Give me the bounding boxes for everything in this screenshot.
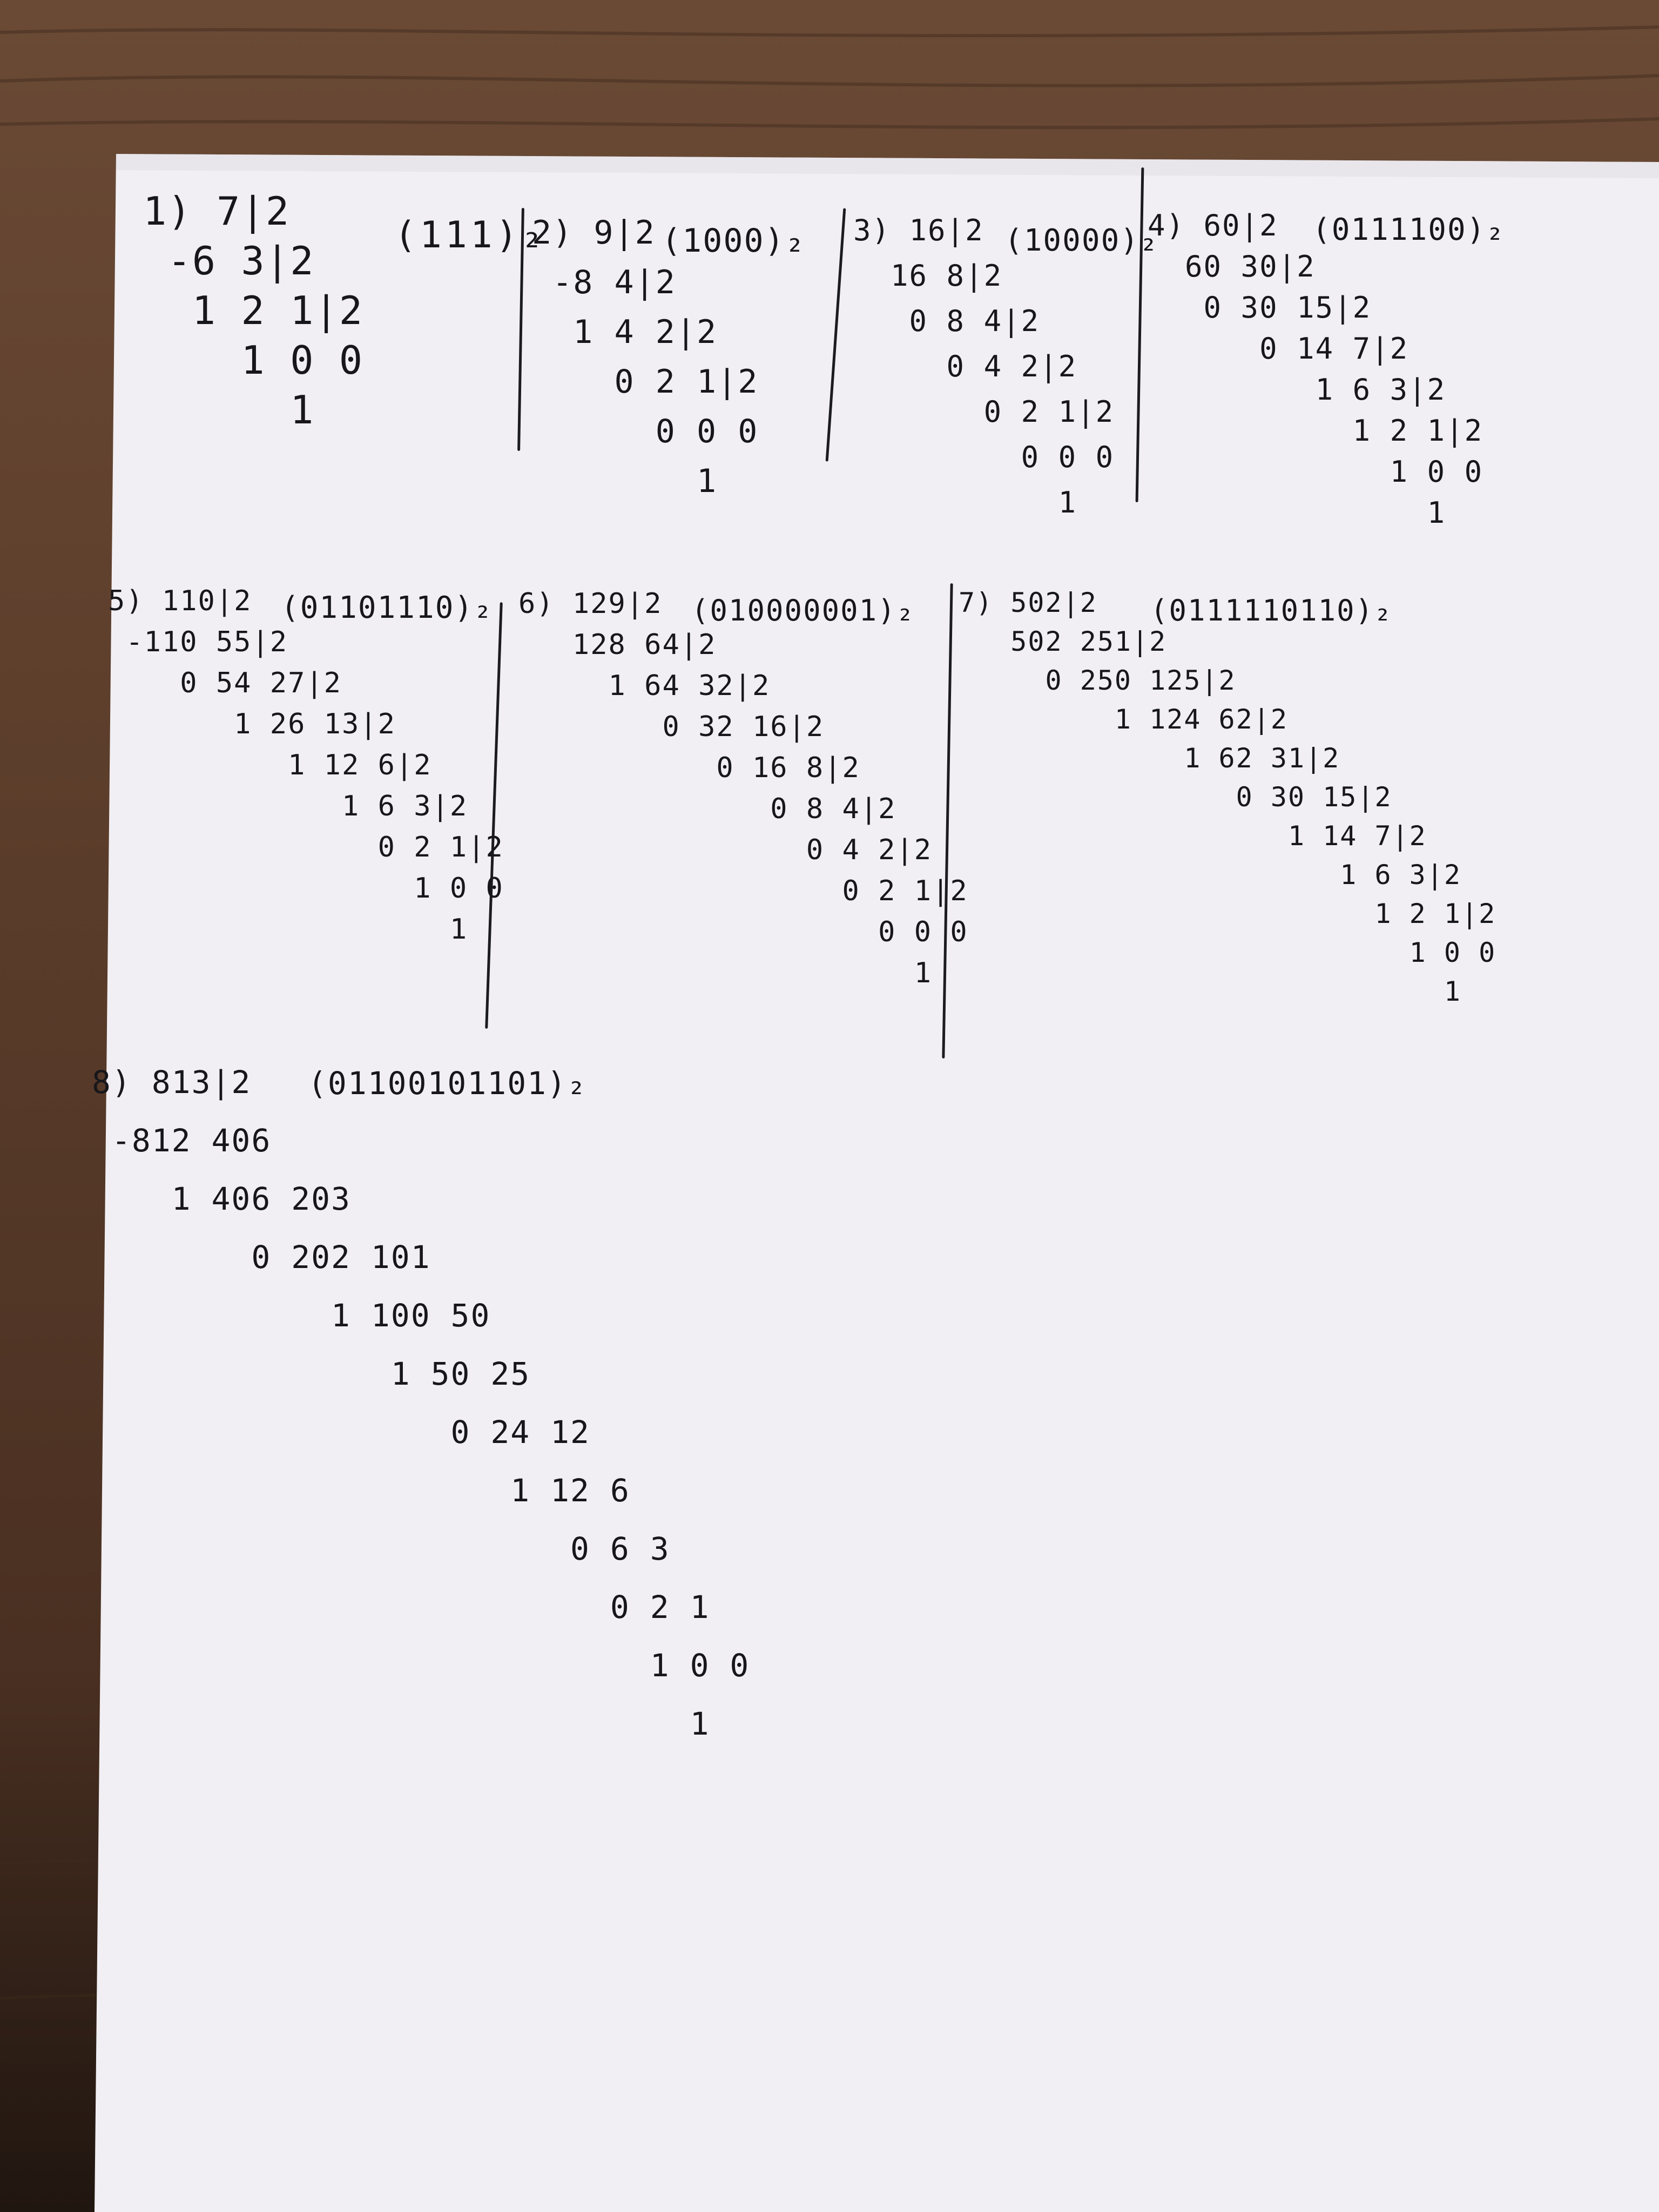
p3-line-6: 0 0 0	[853, 440, 1115, 474]
p4-line-3: 0 30 15|2	[1148, 291, 1372, 325]
p5-line-6: 1 6 3|2	[108, 790, 468, 822]
p7-line-6: 0 30 15|2	[959, 781, 1392, 813]
p7-line-4: 1 124 62|2	[959, 704, 1288, 735]
p6-line-1: 6) 129|2	[518, 588, 663, 620]
p6-line-8: 0 2 1|2	[518, 875, 968, 907]
p7-line-3: 0 250 125|2	[959, 665, 1236, 696]
p7-line-11: 1	[959, 976, 1461, 1007]
p3-line-5: 0 2 1|2	[853, 395, 1115, 429]
p1-line-2: -6 3|2	[143, 238, 315, 284]
p4-line-1: 4) 60|2	[1148, 208, 1278, 242]
p8-line-11: 1 0 0	[92, 1647, 750, 1684]
problem-4-result: (0111100)₂	[1312, 212, 1506, 247]
p7-line-5: 1 62 31|2	[959, 743, 1340, 774]
p5-line-3: 0 54 27|2	[108, 667, 342, 699]
p8-line-8: 1 12 6	[92, 1472, 630, 1509]
p6-line-10: 1	[518, 957, 933, 989]
p6-line-9: 0 0 0	[518, 916, 968, 948]
p8-line-5: 1 100 50	[92, 1297, 491, 1334]
p3-line-4: 0 4 2|2	[853, 349, 1077, 383]
problem-8-work: 8) 813|2 -812 406 1 406 203 0 202 101 1 …	[92, 1053, 750, 1753]
p8-line-2: -812 406	[92, 1122, 272, 1159]
p8-line-6: 1 50 25	[92, 1355, 531, 1392]
p8-line-3: 1 406 203	[92, 1181, 351, 1217]
p3-line-7: 1	[853, 485, 1077, 520]
p2-line-6: 1	[532, 462, 718, 500]
p3-line-1: 3) 16|2	[853, 213, 984, 247]
p4-line-8: 1	[1148, 496, 1446, 530]
p2-line-1: 2) 9|2	[532, 214, 656, 252]
p7-line-9: 1 2 1|2	[959, 898, 1496, 929]
p5-line-2: -110 55|2	[108, 626, 288, 658]
p5-line-9: 1	[108, 913, 468, 946]
p5-line-1: 5) 110|2	[108, 585, 252, 617]
problem-7-work: 7) 502|2 502 251|2 0 250 125|2 1 124 62|…	[959, 583, 1496, 1011]
p3-line-2: 16 8|2	[853, 259, 1003, 293]
p5-line-8: 1 0 0	[108, 872, 504, 905]
problem-6-work: 6) 129|2 128 64|2 1 64 32|2 0 32 16|2 0 …	[518, 583, 968, 994]
problem-5-result: (01101110)₂	[281, 590, 493, 625]
problem-8-result: (01100101101)₂	[308, 1065, 587, 1102]
p8-line-1: 8) 813|2	[92, 1064, 252, 1101]
p4-line-2: 60 30|2	[1148, 249, 1316, 284]
p6-line-4: 0 32 16|2	[518, 711, 825, 743]
problem-1-work: 1) 7|2 -6 3|2 1 2 1|2 1 0 0 1	[143, 186, 363, 435]
problem-3-result: (10000)₂	[1004, 223, 1159, 258]
p1-line-3: 1 2 1|2	[143, 288, 364, 333]
p7-line-8: 1 6 3|2	[959, 859, 1461, 891]
p7-line-1: 7) 502|2	[959, 587, 1097, 618]
p8-line-12: 1	[92, 1705, 710, 1742]
p4-line-6: 1 2 1|2	[1148, 414, 1483, 448]
problem-6-result: (010000001)₂	[691, 594, 915, 628]
problem-7-result: (0111110110)₂	[1150, 594, 1393, 628]
p8-line-4: 0 202 101	[92, 1239, 431, 1276]
p2-line-3: 1 4 2|2	[532, 313, 718, 351]
p4-line-5: 1 6 3|2	[1148, 373, 1446, 407]
p3-line-3: 0 8 4|2	[853, 304, 1040, 338]
p2-line-4: 0 2 1|2	[532, 363, 759, 401]
p8-line-7: 0 24 12	[92, 1414, 590, 1451]
p6-line-7: 0 4 2|2	[518, 834, 933, 866]
problem-1-result: (111)₂	[394, 214, 547, 257]
p6-line-5: 0 16 8|2	[518, 752, 860, 784]
p1-line-4: 1 0 0	[143, 338, 364, 383]
p8-line-9: 0 6 3	[92, 1530, 670, 1567]
p7-line-7: 1 14 7|2	[959, 820, 1427, 852]
p6-line-3: 1 64 32|2	[518, 670, 771, 702]
p7-line-10: 1 0 0	[959, 937, 1496, 968]
p6-line-2: 128 64|2	[518, 629, 717, 661]
p2-line-5: 0 0 0	[532, 413, 759, 450]
p5-line-5: 1 12 6|2	[108, 749, 432, 781]
p1-line-1: 1) 7|2	[143, 188, 291, 234]
p8-line-10: 0 2 1	[92, 1589, 710, 1626]
p1-line-5: 1	[143, 387, 315, 433]
problem-5-work: 5) 110|2 -110 55|2 0 54 27|2 1 26 13|2 1…	[108, 581, 504, 950]
problem-2-result: (1000)₂	[662, 222, 806, 260]
p2-line-2: -8 4|2	[532, 264, 676, 301]
p4-line-7: 1 0 0	[1148, 455, 1483, 489]
p7-line-2: 502 251|2	[959, 626, 1167, 657]
p5-line-7: 0 2 1|2	[108, 831, 504, 864]
p5-line-4: 1 26 13|2	[108, 708, 396, 740]
p6-line-6: 0 8 4|2	[518, 793, 896, 825]
p4-line-4: 0 14 7|2	[1148, 332, 1409, 366]
